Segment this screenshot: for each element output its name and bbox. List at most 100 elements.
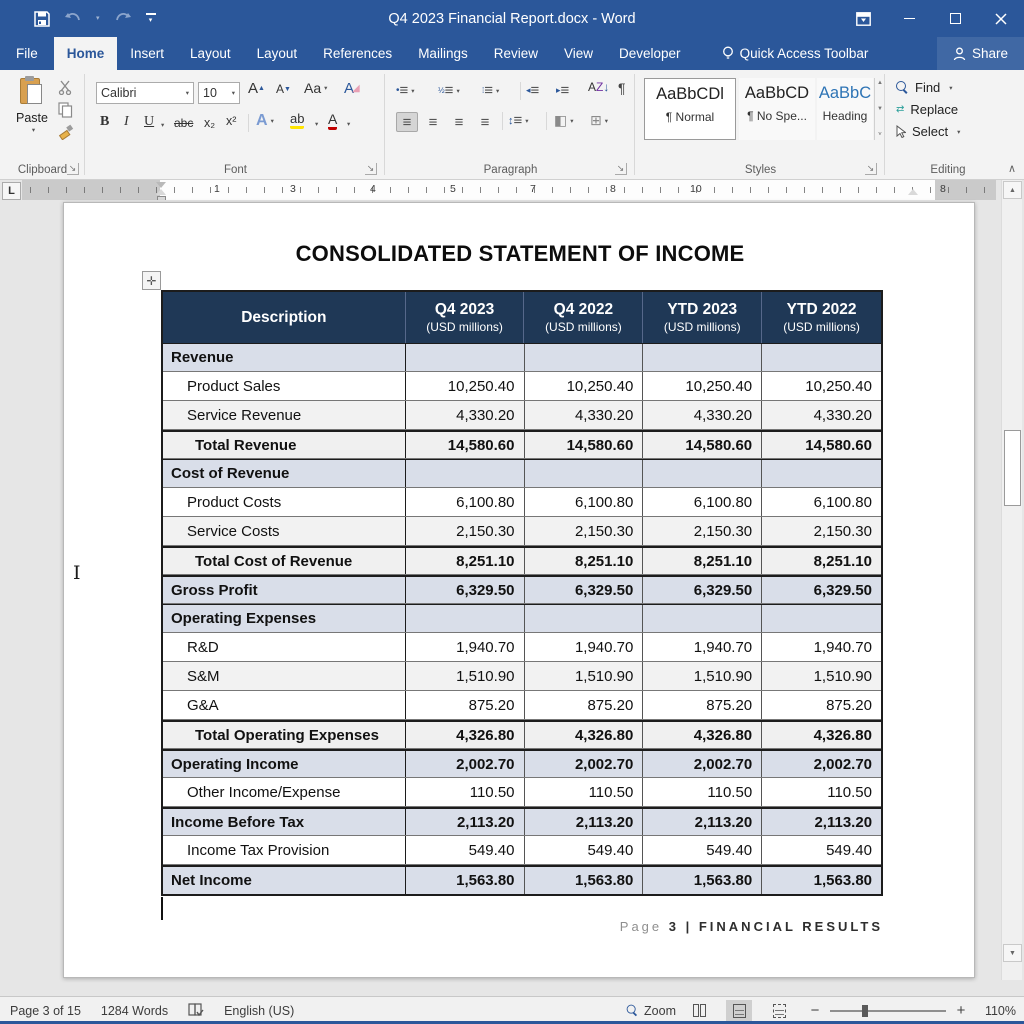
increase-indent-icon[interactable]: ▸≡: [556, 82, 569, 99]
row-value-cell[interactable]: 875.20: [643, 691, 762, 719]
clear-formatting-button[interactable]: A◢: [344, 80, 360, 97]
zoom-slider-thumb[interactable]: [862, 1005, 868, 1017]
row-value-cell[interactable]: 1,940.70: [643, 633, 762, 661]
styles-scroll-down-icon[interactable]: ▼: [877, 106, 883, 112]
table-move-handle-icon[interactable]: ✛: [142, 271, 161, 290]
row-value-cell[interactable]: 8,251.10: [406, 548, 525, 574]
row-value-cell[interactable]: 4,330.20: [762, 401, 881, 429]
undo-icon[interactable]: [64, 12, 82, 26]
undo-dropdown-icon[interactable]: ▾: [96, 15, 100, 22]
scrollbar-thumb[interactable]: [1004, 430, 1021, 506]
row-value-cell[interactable]: 2,002.70: [643, 751, 762, 777]
row-value-cell[interactable]: 6,329.50: [643, 577, 762, 603]
row-value-cell[interactable]: 875.20: [406, 691, 525, 719]
column-header-description[interactable]: Description: [163, 292, 406, 343]
redo-icon[interactable]: [114, 12, 132, 26]
row-value-cell[interactable]: [762, 605, 881, 632]
row-value-cell[interactable]: 110.50: [525, 778, 644, 806]
scroll-up-icon[interactable]: ▲: [1003, 181, 1022, 199]
shrink-font-button[interactable]: A▼: [276, 82, 291, 96]
row-value-cell[interactable]: 1,510.90: [643, 662, 762, 690]
row-label-cell[interactable]: G&A: [163, 691, 406, 719]
paste-button[interactable]: Paste ▾: [10, 76, 54, 134]
row-value-cell[interactable]: 1,510.90: [762, 662, 881, 690]
row-value-cell[interactable]: 2,002.70: [525, 751, 644, 777]
proofing-status-icon[interactable]: [178, 997, 214, 1024]
ribbon-display-options-icon[interactable]: [840, 0, 886, 37]
row-value-cell[interactable]: 4,330.20: [406, 401, 525, 429]
text-effects-button[interactable]: A▾: [256, 112, 274, 130]
row-value-cell[interactable]: 6,100.80: [643, 488, 762, 516]
row-value-cell[interactable]: 14,580.60: [643, 432, 762, 458]
zoom-status-item[interactable]: Zoom: [616, 997, 686, 1024]
row-value-cell[interactable]: 110.50: [406, 778, 525, 806]
row-value-cell[interactable]: 2,113.20: [406, 809, 525, 835]
row-value-cell[interactable]: [643, 344, 762, 371]
table-row[interactable]: Total Cost of Revenue8,251.108,251.108,2…: [163, 546, 881, 575]
table-row[interactable]: Income Tax Provision549.40549.40549.4054…: [163, 836, 881, 865]
print-layout-button[interactable]: [726, 1000, 752, 1022]
row-value-cell[interactable]: 14,580.60: [762, 432, 881, 458]
tab-developer[interactable]: Developer: [606, 37, 694, 70]
row-value-cell[interactable]: 4,330.20: [525, 401, 644, 429]
row-label-cell[interactable]: Net Income: [163, 867, 406, 894]
align-right-button[interactable]: ≡: [448, 112, 470, 132]
row-value-cell[interactable]: 549.40: [525, 836, 644, 864]
row-value-cell[interactable]: [406, 460, 525, 487]
column-header-q4-2022[interactable]: Q4 2022 (USD millions): [524, 292, 643, 343]
web-layout-button[interactable]: [766, 1000, 792, 1022]
horizontal-ruler[interactable]: 134578108: [22, 180, 996, 200]
row-value-cell[interactable]: [406, 344, 525, 371]
tab-layout[interactable]: Layout: [177, 37, 244, 70]
word-count[interactable]: 1284 Words: [91, 997, 178, 1024]
collapse-ribbon-icon[interactable]: ∧: [1008, 162, 1016, 175]
row-value-cell[interactable]: 2,150.30: [525, 517, 644, 545]
row-value-cell[interactable]: 2,113.20: [525, 809, 644, 835]
table-row[interactable]: Operating Expenses: [163, 604, 881, 633]
table-row[interactable]: Product Sales10,250.4010,250.4010,250.40…: [163, 372, 881, 401]
zoom-percent[interactable]: 110%: [978, 1004, 1016, 1018]
zoom-in-button[interactable]: +: [954, 1002, 968, 1019]
row-value-cell[interactable]: 4,326.80: [762, 722, 881, 748]
row-label-cell[interactable]: Total Revenue: [163, 432, 406, 458]
styles-dialog-launcher-icon[interactable]: ↘: [865, 163, 877, 175]
row-value-cell[interactable]: 110.50: [643, 778, 762, 806]
row-value-cell[interactable]: 6,100.80: [762, 488, 881, 516]
row-value-cell[interactable]: 8,251.10: [525, 548, 644, 574]
read-mode-button[interactable]: [686, 1000, 712, 1022]
tab-references[interactable]: References: [310, 37, 405, 70]
tab-review[interactable]: Review: [481, 37, 551, 70]
bold-button[interactable]: B: [100, 114, 109, 130]
hanging-indent-marker[interactable]: [156, 189, 166, 195]
minimize-button[interactable]: [886, 0, 932, 37]
table-row[interactable]: Total Operating Expenses4,326.804,326.80…: [163, 720, 881, 749]
row-value-cell[interactable]: 6,100.80: [406, 488, 525, 516]
row-value-cell[interactable]: 10,250.40: [762, 372, 881, 400]
column-header-ytd-2023[interactable]: YTD 2023 (USD millions): [643, 292, 762, 343]
row-value-cell[interactable]: 10,250.40: [643, 372, 762, 400]
styles-scroll-up-icon[interactable]: ▲: [877, 80, 883, 86]
language-indicator[interactable]: English (US): [214, 997, 304, 1024]
table-row[interactable]: Other Income/Expense110.50110.50110.5011…: [163, 778, 881, 807]
table-row[interactable]: Operating Income2,002.702,002.702,002.70…: [163, 749, 881, 778]
row-value-cell[interactable]: 2,002.70: [762, 751, 881, 777]
row-value-cell[interactable]: 4,326.80: [525, 722, 644, 748]
row-value-cell[interactable]: 4,330.20: [643, 401, 762, 429]
highlight-dropdown-icon[interactable]: ▾: [315, 120, 318, 128]
customize-qat-icon[interactable]: ▾: [146, 13, 156, 24]
font-name-combo[interactable]: Calibri▾: [96, 82, 194, 104]
replace-button[interactable]: ⇄ Replace: [896, 102, 960, 117]
row-label-cell[interactable]: Service Revenue: [163, 401, 406, 429]
tab-insert[interactable]: Insert: [117, 37, 177, 70]
page[interactable]: CONSOLIDATED STATEMENT OF INCOME ✛ Descr…: [63, 202, 975, 978]
row-value-cell[interactable]: [525, 460, 644, 487]
row-label-cell[interactable]: Income Tax Provision: [163, 836, 406, 864]
row-value-cell[interactable]: 10,250.40: [525, 372, 644, 400]
style-heading[interactable]: AaBbC Heading: [817, 78, 873, 140]
row-label-cell[interactable]: Service Costs: [163, 517, 406, 545]
shading-icon[interactable]: ◧▾: [554, 112, 574, 129]
cut-icon[interactable]: [58, 80, 74, 95]
numbering-icon[interactable]: ½≡▾: [438, 82, 460, 99]
sort-icon[interactable]: AZ↓: [588, 80, 609, 94]
close-button[interactable]: [978, 0, 1024, 37]
